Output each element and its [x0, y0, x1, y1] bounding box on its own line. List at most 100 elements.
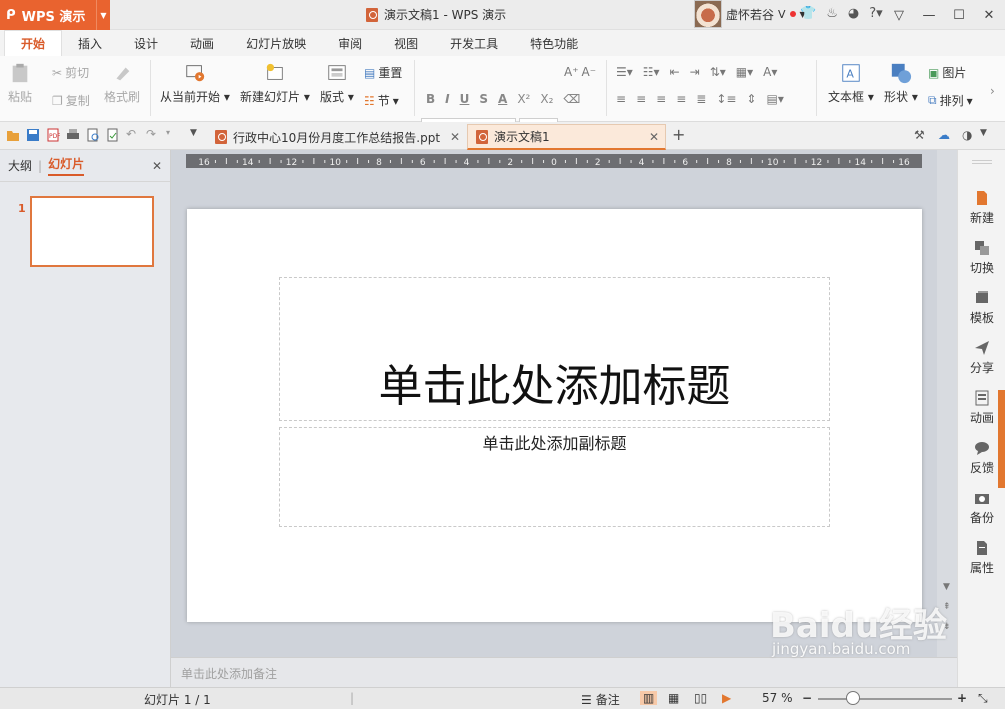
scroll-down-icon[interactable]: ▼ — [943, 582, 950, 592]
tab-review[interactable]: 审阅 — [322, 30, 378, 56]
subtitle-placeholder[interactable]: 单击此处添加副标题 — [279, 427, 830, 527]
fit-window-icon[interactable]: ⤡ — [978, 691, 988, 706]
tab-developer[interactable]: 开发工具 — [434, 30, 514, 56]
normal-view-button[interactable]: ▥ — [640, 691, 658, 705]
font-grow-icon[interactable]: A⁺ — [564, 65, 579, 79]
close-button[interactable]: ✕ — [974, 4, 1004, 26]
minimize-button[interactable]: — — [914, 4, 944, 26]
text-direction-icon[interactable]: ⇅▾ — [710, 65, 726, 79]
clear-format-icon[interactable]: ⌫ — [563, 92, 580, 106]
section-button[interactable]: ☷ 节 ▾ — [364, 92, 399, 109]
line-spacing-icon[interactable]: ↕≡ — [716, 92, 736, 106]
print-icon[interactable] — [66, 128, 80, 142]
bold-button[interactable]: B — [426, 92, 435, 106]
cloud-icon[interactable]: ☁ — [938, 128, 950, 142]
zoom-out-button[interactable]: − — [802, 691, 812, 705]
underline-button[interactable]: U — [460, 92, 470, 106]
align-center-icon[interactable]: ≡ — [636, 92, 646, 106]
sidebar-item-properties[interactable]: 属性 — [958, 540, 1005, 576]
sidebar-collapse-handle[interactable] — [998, 390, 1005, 488]
format-painter-button[interactable]: 格式刷 — [104, 62, 140, 105]
collapse-ribbon-icon[interactable]: ▽ — [884, 4, 914, 26]
tab-slideshow[interactable]: 幻灯片放映 — [230, 30, 322, 56]
ribbon-scroll-right[interactable]: › — [990, 84, 995, 98]
shape-button[interactable]: 形状 ▾ — [884, 62, 918, 105]
picture-button[interactable]: ▣ 图片 — [928, 64, 966, 81]
numbered-list-icon[interactable]: ☷▾ — [643, 65, 660, 79]
align-right-icon[interactable]: ≡ — [656, 92, 666, 106]
zoom-in-button[interactable]: + — [957, 691, 967, 705]
sync-icon[interactable]: ◑ — [962, 128, 972, 142]
notes-area[interactable]: 单击此处添加备注 — [171, 657, 957, 687]
copy-button[interactable]: ❐ 复制 — [52, 92, 90, 109]
open-folder-icon[interactable] — [6, 128, 20, 142]
arrange-button[interactable]: ⧉ 排列 ▾ — [928, 92, 973, 109]
weibo-icon[interactable]: ◕ — [848, 6, 859, 21]
reading-view-button[interactable]: ▯▯ — [694, 691, 707, 705]
avatar[interactable] — [694, 0, 722, 28]
tab-insert[interactable]: 插入 — [62, 30, 118, 56]
spellcheck-icon[interactable] — [106, 128, 120, 142]
tab-animation[interactable]: 动画 — [174, 30, 230, 56]
increase-indent-icon[interactable]: ⇥ — [690, 65, 700, 79]
doc-tab-2[interactable]: 演示文稿1 ✕ — [467, 124, 666, 150]
new-tab-button[interactable]: + — [672, 125, 685, 144]
tab-outline[interactable]: 大纲 — [8, 157, 32, 174]
textbox-button[interactable]: A 文本框 ▾ — [828, 62, 874, 105]
reset-button[interactable]: ▤ 重置 — [364, 64, 402, 81]
print-preview-icon[interactable] — [86, 128, 100, 142]
tab-home[interactable]: 开始 — [4, 30, 63, 56]
undo-icon[interactable]: ↶ — [126, 127, 136, 141]
sidebar-item-backup[interactable]: 备份 — [958, 490, 1005, 526]
sidebar-item-template[interactable]: 模板 — [958, 290, 1005, 326]
quick-access-dropdown-icon[interactable]: ▼ — [190, 128, 197, 138]
subscript-button[interactable]: X₂ — [540, 92, 553, 106]
justify-icon[interactable]: ≡ — [676, 92, 686, 106]
tab-slides[interactable]: 幻灯片 — [48, 155, 85, 176]
align-left-icon[interactable]: ≡ — [616, 92, 626, 106]
tab-special[interactable]: 特色功能 — [514, 30, 594, 56]
chevron-down-icon[interactable]: ▼ — [980, 128, 987, 138]
export-pdf-icon[interactable]: PDF — [46, 128, 60, 142]
sidebar-item-switch[interactable]: 切换 — [958, 240, 1005, 276]
superscript-button[interactable]: X² — [517, 92, 530, 106]
app-menu-button[interactable]: ᑭ WPS 演示 ▼ — [0, 0, 110, 30]
layout-button[interactable]: 版式 ▾ — [320, 62, 354, 105]
user-account[interactable]: 虚怀若谷 V ▼ — [694, 0, 806, 28]
slide-sorter-button[interactable]: ▦ — [668, 691, 679, 705]
title-placeholder[interactable]: 单击此处添加标题 — [279, 277, 830, 421]
slide-canvas[interactable]: 单击此处添加标题 单击此处添加副标题 — [187, 209, 922, 622]
help-icon[interactable]: ?▾ — [869, 6, 882, 21]
bullet-list-icon[interactable]: ☰▾ — [616, 65, 633, 79]
strikethrough-button[interactable]: S — [479, 92, 488, 106]
undo-dropdown-icon[interactable]: ▾ — [166, 128, 170, 137]
close-tab-icon[interactable]: ✕ — [450, 130, 460, 144]
paste-button[interactable]: 粘贴 — [8, 62, 32, 105]
text-align-icon[interactable]: ▤▾ — [766, 92, 783, 106]
italic-button[interactable]: I — [445, 92, 449, 106]
zoom-slider-handle[interactable] — [846, 691, 860, 705]
columns-icon[interactable]: ▦▾ — [736, 65, 753, 79]
skin-icon[interactable]: ♨ — [826, 6, 838, 21]
close-panel-icon[interactable]: ✕ — [152, 159, 162, 173]
tab-view[interactable]: 视图 — [378, 30, 434, 56]
sidebar-item-new[interactable]: 新建 — [958, 190, 1005, 226]
user-name[interactable]: 虚怀若谷 — [726, 6, 774, 23]
slide-thumbnail[interactable] — [30, 196, 154, 267]
zoom-level[interactable]: 57 % — [762, 691, 793, 705]
close-tab-icon[interactable]: ✕ — [649, 130, 659, 144]
zoom-slider-track[interactable] — [818, 698, 952, 700]
chevron-down-icon[interactable]: ▼ — [96, 0, 110, 30]
redo-icon[interactable]: ↷ — [146, 127, 156, 141]
font-shrink-icon[interactable]: A⁻ — [582, 65, 597, 79]
cut-button[interactable]: ✂ 剪切 — [52, 64, 89, 81]
shirt-icon[interactable]: 👕 — [800, 6, 816, 21]
notes-toggle[interactable]: ☰ 备注 — [581, 691, 620, 708]
doc-tab-1[interactable]: 行政中心10月份月度工作总结报告.ppt ✕ — [207, 124, 468, 150]
text-options-icon[interactable]: A▾ — [763, 65, 777, 79]
from-current-button[interactable]: 从当前开始 ▾ — [160, 62, 230, 105]
tool-icon[interactable]: ⚒ — [914, 128, 925, 142]
tab-design[interactable]: 设计 — [118, 30, 174, 56]
para-spacing-icon[interactable]: ⇕ — [746, 92, 756, 106]
font-color-button[interactable]: A — [498, 92, 507, 106]
